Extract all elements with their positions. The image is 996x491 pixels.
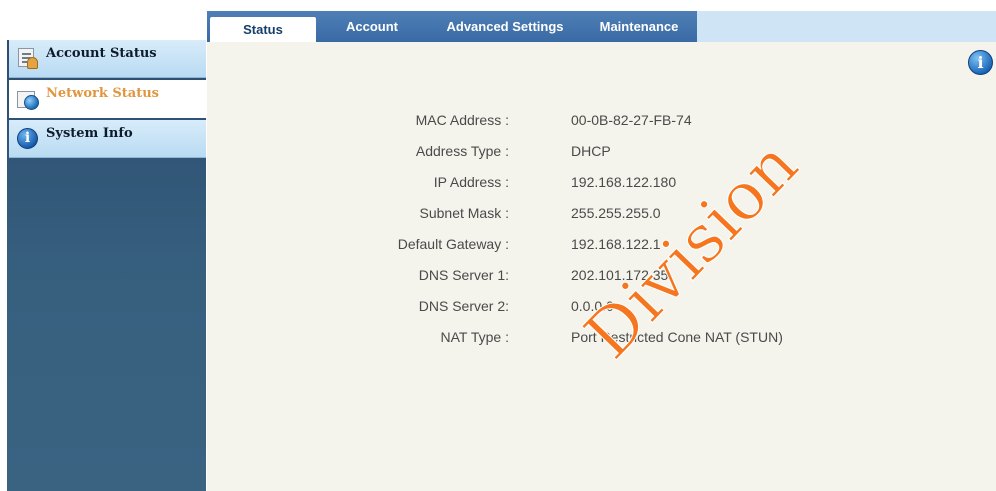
network-status-icon xyxy=(17,88,39,110)
help-info-icon[interactable]: i xyxy=(968,50,993,75)
field-value: 255.255.255.0 xyxy=(571,205,661,221)
sidebar-item-account-status[interactable]: Account Status xyxy=(9,40,206,78)
field-value: 192.168.122.1 xyxy=(571,236,661,252)
tab-account[interactable]: Account xyxy=(325,11,419,42)
info-row-subnet-mask: Subnet Mask : 255.255.255.0 xyxy=(0,205,996,225)
tab-bar: Status Account Advanced Settings Mainten… xyxy=(207,11,996,42)
field-label: IP Address : xyxy=(433,174,509,190)
info-row-address-type: Address Type : DHCP xyxy=(0,143,996,163)
tab-advanced-settings[interactable]: Advanced Settings xyxy=(429,11,581,42)
field-label: MAC Address : xyxy=(415,112,509,128)
field-label: Address Type : xyxy=(415,143,509,159)
field-label: Default Gateway : xyxy=(397,236,509,252)
field-label: DNS Server 1: xyxy=(418,267,509,283)
field-label: NAT Type : xyxy=(440,329,509,345)
field-label: Subnet Mask : xyxy=(419,205,510,221)
field-value: 202.101.172.35 xyxy=(571,267,669,283)
field-label: DNS Server 2: xyxy=(418,298,509,314)
info-row-dns-server-2: DNS Server 2: 0.0.0.0 xyxy=(0,298,996,318)
info-row-nat-type: NAT Type : Port Restricted Cone NAT (STU… xyxy=(0,329,996,349)
tab-bar-end xyxy=(697,11,996,42)
sidebar-item-label: Account Status xyxy=(46,46,157,61)
field-value: Port Restricted Cone NAT (STUN) xyxy=(571,329,783,345)
account-status-icon xyxy=(17,48,39,70)
field-value: 0.0.0.0 xyxy=(571,298,614,314)
field-value: 192.168.122.180 xyxy=(571,174,677,190)
info-row-dns-server-1: DNS Server 1: 202.101.172.35 xyxy=(0,267,996,287)
sidebar: Account Status Network Status i System I… xyxy=(7,40,206,491)
tab-status[interactable]: Status xyxy=(210,17,316,42)
info-row-mac-address: MAC Address : 00-0B-82-27-FB-74 xyxy=(0,112,996,132)
field-value: DHCP xyxy=(571,143,611,159)
sidebar-item-label: Network Status xyxy=(46,86,159,101)
field-value: 00-0B-82-27-FB-74 xyxy=(571,112,692,128)
info-row-default-gateway: Default Gateway : 192.168.122.1 xyxy=(0,236,996,256)
tab-maintenance[interactable]: Maintenance xyxy=(587,11,691,42)
info-row-ip-address: IP Address : 192.168.122.180 xyxy=(0,174,996,194)
